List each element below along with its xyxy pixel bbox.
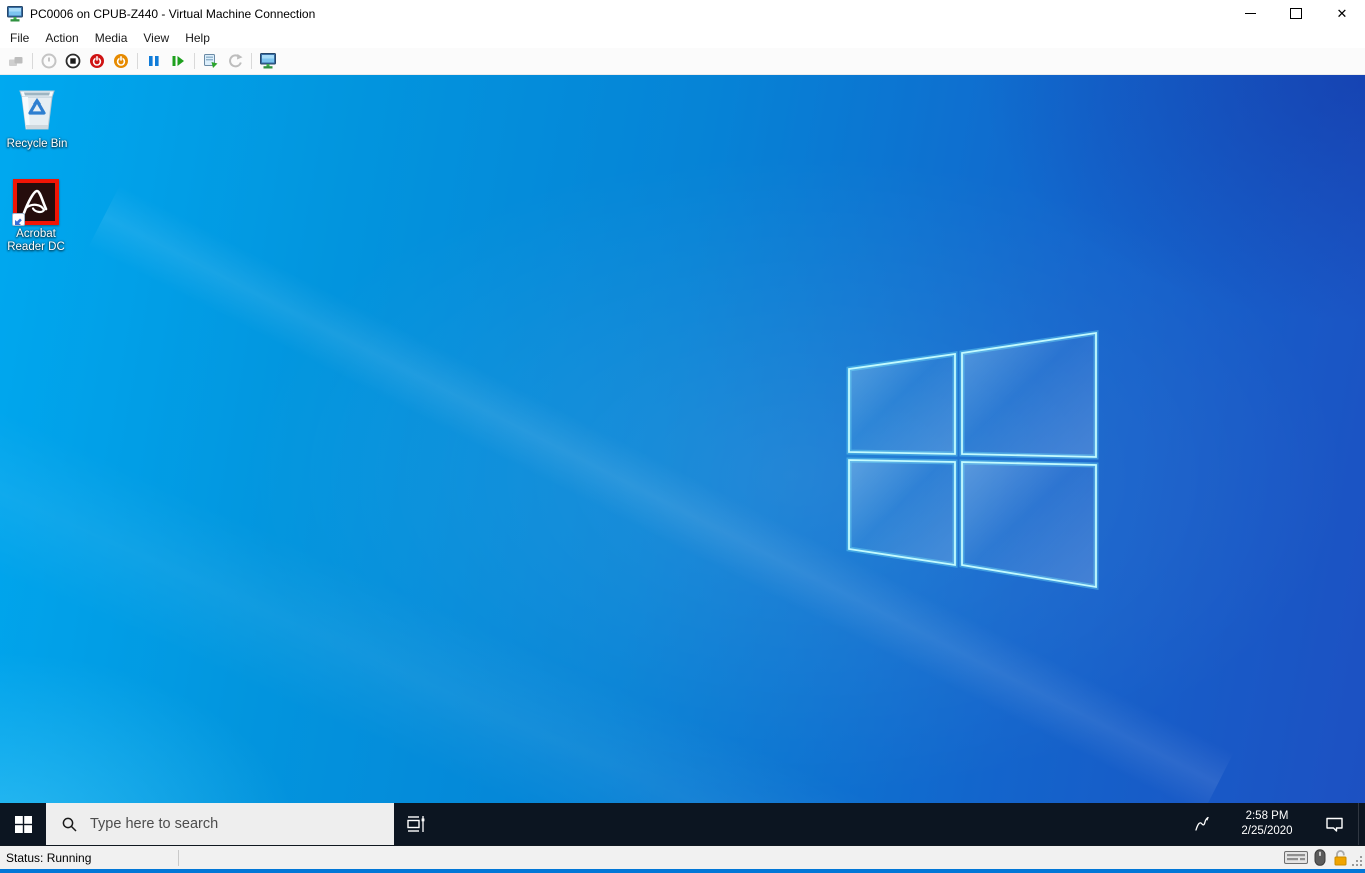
task-view-button[interactable] [394, 803, 438, 845]
windows-logo-wallpaper [840, 325, 1106, 595]
desktop-icon-recycle-bin[interactable]: Recycle Bin [1, 81, 73, 151]
taskbar-clock[interactable]: 2:58 PM 2/25/2020 [1224, 803, 1310, 845]
pause-icon [146, 53, 162, 69]
search-icon [61, 816, 78, 833]
vm-connection-icon [7, 6, 24, 22]
shortcut-arrow-badge [12, 213, 25, 226]
checkpoint-icon [203, 53, 219, 69]
title-bar: PC0006 on CPUB-Z440 - Virtual Machine Co… [0, 0, 1365, 27]
menu-action[interactable]: Action [37, 29, 86, 47]
desktop-icon-acrobat-reader[interactable]: Acrobat Reader DC [0, 179, 72, 254]
toolbar-separator [251, 53, 252, 69]
task-view-icon [406, 814, 426, 834]
acrobat-reader-icon [13, 179, 59, 225]
reset-icon [170, 53, 186, 69]
close-button[interactable]: ✕ [1319, 0, 1365, 27]
clock-date: 2/25/2020 [1241, 824, 1292, 839]
status-text: Status: Running [0, 851, 178, 865]
menu-help[interactable]: Help [177, 29, 218, 47]
enhanced-session-icon [260, 53, 277, 69]
start-vm-button[interactable] [37, 50, 61, 72]
minimize-button[interactable] [1227, 0, 1273, 27]
ink-workspace-button[interactable] [1180, 803, 1224, 845]
acrobat-label-line1: Acrobat [0, 228, 72, 241]
save-vm-button[interactable] [109, 50, 133, 72]
ctrl-alt-delete-button[interactable] [4, 50, 28, 72]
pen-icon [1192, 814, 1212, 834]
start-button[interactable] [0, 803, 46, 845]
recycle-bin-icon [12, 81, 62, 135]
recycle-bin-label: Recycle Bin [1, 138, 73, 151]
menu-file[interactable]: File [2, 29, 37, 47]
ctrl-alt-delete-icon [8, 53, 24, 69]
save-icon [113, 53, 129, 69]
minimize-icon [1245, 13, 1256, 14]
system-tray: 2:58 PM 2/25/2020 [1180, 803, 1365, 845]
shut-down-button[interactable] [85, 50, 109, 72]
enhanced-session-button[interactable] [256, 50, 280, 72]
acrobat-label-line2: Reader DC [0, 241, 72, 254]
revert-button[interactable] [223, 50, 247, 72]
toolbar-separator [194, 53, 195, 69]
status-bar: Status: Running [0, 845, 1365, 869]
menu-view[interactable]: View [135, 29, 177, 47]
turn-off-button[interactable] [61, 50, 85, 72]
revert-icon [227, 53, 243, 69]
keyboard-status-icon [1284, 850, 1308, 865]
taskbar-empty-area [438, 803, 1180, 845]
start-power-icon [41, 53, 57, 69]
mouse-status-icon [1314, 849, 1326, 866]
shut-down-icon [89, 53, 105, 69]
lock-status-icon [1332, 849, 1349, 866]
reset-button[interactable] [166, 50, 190, 72]
statusbar-divider [178, 850, 179, 866]
menu-bar: File Action Media View Help [0, 27, 1365, 48]
maximize-button[interactable] [1273, 0, 1319, 27]
action-center-icon [1324, 814, 1345, 834]
toolbar-separator [32, 53, 33, 69]
maximize-icon [1290, 8, 1302, 19]
vmconnect-window: PC0006 on CPUB-Z440 - Virtual Machine Co… [0, 0, 1365, 873]
vm-toolbar [0, 48, 1365, 75]
turn-off-icon [65, 53, 81, 69]
taskbar-search-box[interactable] [46, 803, 394, 845]
action-center-button[interactable] [1310, 803, 1358, 845]
toolbar-separator [137, 53, 138, 69]
search-input[interactable] [88, 815, 362, 833]
menu-media[interactable]: Media [87, 29, 136, 47]
checkpoint-button[interactable] [199, 50, 223, 72]
vm-desktop: Recycle Bin Acrobat Reader DC [0, 75, 1365, 845]
windows-start-icon [15, 816, 32, 833]
pause-button[interactable] [142, 50, 166, 72]
close-icon: ✕ [1337, 7, 1348, 20]
window-title: PC0006 on CPUB-Z440 - Virtual Machine Co… [30, 7, 315, 21]
show-desktop-button[interactable] [1358, 803, 1365, 845]
taskbar: 2:58 PM 2/25/2020 [0, 803, 1365, 845]
resize-grip[interactable] [1351, 855, 1363, 867]
clock-time: 2:58 PM [1246, 809, 1289, 824]
window-bottom-border [0, 869, 1365, 873]
